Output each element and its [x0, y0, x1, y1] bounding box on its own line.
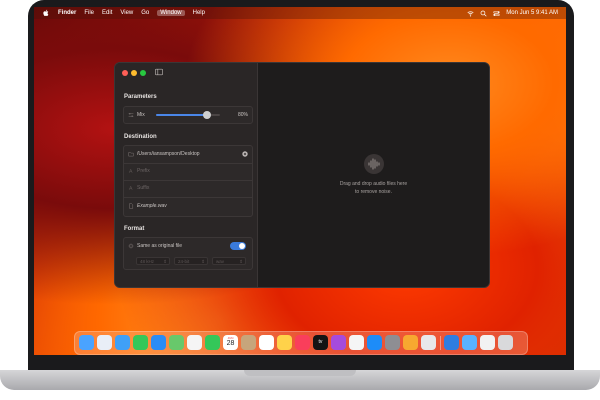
- dock-finder-icon[interactable]: [79, 335, 94, 350]
- sidebar-toggle-icon[interactable]: [155, 68, 163, 76]
- minimize-window-button[interactable]: [131, 70, 137, 76]
- folder-icon: [128, 152, 134, 157]
- dock-trash-icon[interactable]: [498, 335, 513, 350]
- sample-rate-value: 48 kHz: [140, 259, 155, 264]
- dock-denoise-app-icon[interactable]: [444, 335, 459, 350]
- mix-row: Mix 80%: [123, 106, 253, 124]
- status-area: Mon Jun 5 9:41 AM: [467, 7, 558, 19]
- dock-mail-icon[interactable]: [151, 335, 166, 350]
- dock: JUN 28 tv: [74, 331, 528, 355]
- dock-calendar-icon[interactable]: JUN 28: [223, 335, 238, 350]
- dock-launchpad-icon[interactable]: [97, 335, 112, 350]
- destination-path[interactable]: /Users/iansampson/Desktop: [137, 151, 200, 157]
- sample-rate-select: 48 kHz ⇕: [136, 257, 170, 265]
- dock-preview-icon[interactable]: [421, 335, 436, 350]
- file-type-value: wav: [216, 259, 225, 264]
- chevron-updown-icon: ⇕: [163, 259, 167, 264]
- wifi-icon[interactable]: [467, 10, 474, 17]
- prefix-field[interactable]: Prefix: [137, 168, 150, 174]
- menu-help[interactable]: Help: [193, 10, 205, 16]
- bit-depth-value: 24-bit: [178, 259, 190, 264]
- desktop: Finder File Edit View Go Window Help Mon…: [34, 7, 566, 355]
- menu-bar: Finder File Edit View Go Window Help Mon…: [34, 7, 566, 19]
- mix-slider[interactable]: [156, 111, 220, 119]
- destination-heading: Destination: [124, 134, 157, 140]
- apple-icon[interactable]: [42, 9, 50, 17]
- dock-document-icon[interactable]: [480, 335, 495, 350]
- divider: [124, 180, 252, 181]
- mix-label: Mix: [137, 112, 145, 118]
- example-filename: Example.wav: [137, 203, 167, 209]
- dock-notes-icon[interactable]: [277, 335, 292, 350]
- dock-app-store-icon[interactable]: [367, 335, 382, 350]
- dock-safari-icon[interactable]: [115, 335, 130, 350]
- control-center-icon[interactable]: [493, 10, 500, 17]
- menubar-clock[interactable]: Mon Jun 5 9:41 AM: [506, 10, 558, 16]
- screen-bezel: [34, 355, 566, 370]
- zoom-window-button[interactable]: [140, 70, 146, 76]
- dock-downloads-folder-icon[interactable]: [462, 335, 477, 350]
- chevron-updown-icon: ⇕: [201, 259, 205, 264]
- same-as-original-label: Same as original file: [137, 243, 183, 249]
- settings-sidebar: Parameters Mix 80% Destination /Users/ia…: [115, 63, 258, 287]
- dock-maps-icon[interactable]: [169, 335, 184, 350]
- destination-card: /Users/iansampson/Desktop Prefix Suffix …: [123, 145, 253, 217]
- mix-value: 80%: [237, 112, 248, 118]
- document-icon: [129, 203, 134, 209]
- same-as-original-toggle[interactable]: [230, 242, 246, 250]
- text-suffix-icon: [128, 185, 133, 190]
- dock-photos-icon[interactable]: [187, 335, 202, 350]
- tv-label: tv: [318, 339, 323, 345]
- menu-view[interactable]: View: [120, 10, 133, 16]
- waveform-icon: [364, 154, 384, 174]
- suffix-field[interactable]: Suffix: [137, 185, 149, 191]
- dock-messages-icon[interactable]: [133, 335, 148, 350]
- bit-depth-select: 24-bit ⇕: [174, 257, 208, 265]
- dock-pages-icon[interactable]: [403, 335, 418, 350]
- chevron-updown-icon: ⇕: [239, 259, 243, 264]
- text-prefix-icon: [128, 168, 133, 173]
- mix-slider-fill: [156, 114, 208, 116]
- dock-news-icon[interactable]: [349, 335, 364, 350]
- menu-app-name[interactable]: Finder: [58, 10, 76, 16]
- laptop-lid-notch: [244, 370, 356, 376]
- format-card: Same as original file 48 kHz ⇕ 24-bit ⇕ wa…: [123, 237, 253, 270]
- file-type-select: wav ⇕: [212, 257, 246, 265]
- menu-window[interactable]: Window: [157, 10, 185, 16]
- dock-reminders-icon[interactable]: [259, 335, 274, 350]
- menu-go[interactable]: Go: [141, 10, 149, 16]
- sliders-icon: [128, 113, 134, 117]
- dock-podcasts-icon[interactable]: [331, 335, 346, 350]
- menu-file[interactable]: File: [84, 10, 94, 16]
- dock-separator: [440, 336, 441, 350]
- calendar-day: 28: [226, 340, 235, 347]
- dock-facetime-icon[interactable]: [205, 335, 220, 350]
- dock-music-icon[interactable]: [295, 335, 310, 350]
- dock-contacts-icon[interactable]: [241, 335, 256, 350]
- gear-icon: [128, 243, 134, 249]
- menu-edit[interactable]: Edit: [102, 10, 112, 16]
- dock-tv-icon[interactable]: tv: [313, 335, 328, 350]
- divider: [124, 197, 252, 198]
- drop-instructions-line1: Drag and drop audio files here: [339, 181, 408, 187]
- drop-instructions-line2: to remove noise.: [355, 189, 392, 195]
- divider: [124, 163, 252, 164]
- denoise-window: Parameters Mix 80% Destination /Users/ia…: [114, 62, 490, 288]
- search-icon[interactable]: [480, 10, 487, 17]
- format-heading: Format: [124, 226, 145, 232]
- dock-system-settings-icon[interactable]: [385, 335, 400, 350]
- close-window-button[interactable]: [122, 70, 128, 76]
- clear-path-icon[interactable]: [242, 151, 248, 157]
- parameters-heading: Parameters: [124, 94, 157, 100]
- drop-zone[interactable]: Drag and drop audio files here to remove…: [258, 63, 489, 287]
- mix-slider-knob[interactable]: [203, 111, 212, 119]
